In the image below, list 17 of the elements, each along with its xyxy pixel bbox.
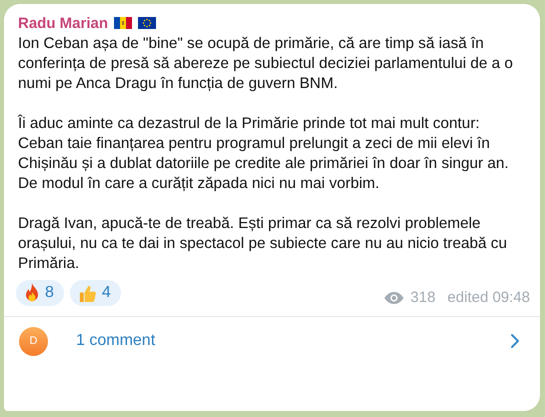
message-text: Îi aduc aminte ca dezastrul de la Primărie prinde tot mai mult contur: Ceban taie finanțarea pentru programul prelungit a zeci de mii elevi în Chișinău și a dublat datoriile pe credite ale primăriei în doar în singur an. De modul în care a curățit zăpada nici nu mai vorbim. [18,114,510,194]
flag-icon [138,17,156,29]
message-text: Dragă Ivan, apucă-te de treabă. Ești primar ca să rezolvi problemele orașului, nu ca te dai in spectacol pe subiecte care nu au nicio treabă cu Primăria. [18,214,508,274]
author-name[interactable]: Radu Marian [18,14,108,32]
fire-icon [24,283,40,303]
reaction-button[interactable]: 8 [16,280,64,306]
comments-bar[interactable]: D 1 comment [4,316,540,365]
view-count: 318 [410,289,436,306]
chevron-right-icon [510,333,520,349]
avatar: D [19,326,48,356]
flag-icon [114,17,132,29]
comments-link[interactable]: 1 comment [76,332,510,350]
reaction-button[interactable]: 4 [70,280,121,306]
message-text: Ion Ceban așa de "bine" se ocupă de primărie, că are timp să iasă în conferința de presă să abereze pe subiectul deciziei parlamentului de a o numi pe Anca Dragu în funcția de guvern BNM. [18,34,514,94]
eye-icon [384,290,404,304]
thumbs-up-icon [78,284,97,302]
edited-time: edited 09:48 [447,289,530,306]
